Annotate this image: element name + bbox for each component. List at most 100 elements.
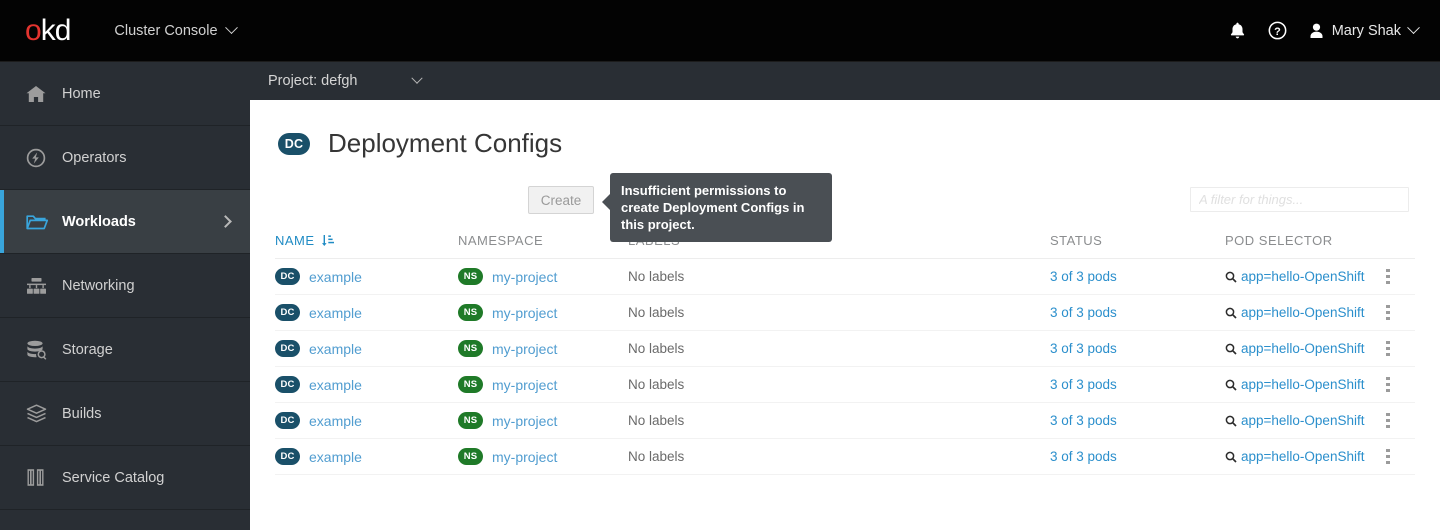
table-row[interactable]: DC example NS my-project No labels 3 of 3 … bbox=[275, 402, 1415, 439]
column-header-label: POD SELECTOR bbox=[1225, 233, 1333, 248]
sidebar-item-storage[interactable]: Storage bbox=[0, 318, 250, 382]
cluster-console-label: Cluster Console bbox=[114, 22, 218, 39]
column-header-pod-selector[interactable]: POD SELECTOR bbox=[1225, 227, 1415, 259]
labels-value: No labels bbox=[628, 413, 685, 428]
table-header: NAME NAMESPACE L bbox=[275, 227, 1415, 259]
sidebar-item-label: Storage bbox=[62, 341, 113, 358]
cell-labels: No labels bbox=[628, 438, 1050, 475]
deployment-config-link[interactable]: example bbox=[309, 449, 362, 465]
pods-status-link[interactable]: 3 of 3 pods bbox=[1050, 341, 1117, 356]
user-menu[interactable]: Mary Shak bbox=[1309, 21, 1420, 39]
logo-o: o bbox=[25, 13, 42, 47]
svg-text:?: ? bbox=[1274, 26, 1281, 38]
project-selector[interactable]: Project: defgh bbox=[268, 72, 424, 89]
cell-actions bbox=[1380, 402, 1415, 439]
pod-selector-link[interactable]: app=hello-OpenShift bbox=[1241, 341, 1364, 356]
deployment-config-link[interactable]: example bbox=[309, 305, 362, 321]
namespace-link[interactable]: my-project bbox=[492, 269, 557, 285]
cell-pod-selector: app=hello-OpenShift bbox=[1225, 438, 1380, 475]
pods-status-link[interactable]: 3 of 3 pods bbox=[1050, 413, 1117, 428]
kebab-menu-icon[interactable] bbox=[1380, 340, 1396, 357]
user-name-label: Mary Shak bbox=[1331, 22, 1401, 39]
sidebar-item-workloads[interactable]: Workloads bbox=[0, 190, 250, 254]
kebab-menu-icon[interactable] bbox=[1380, 268, 1396, 285]
labels-value: No labels bbox=[628, 377, 685, 392]
pod-selector-link[interactable]: app=hello-OpenShift bbox=[1241, 305, 1364, 320]
cell-actions bbox=[1380, 438, 1415, 475]
cell-status: 3 of 3 pods bbox=[1050, 402, 1225, 439]
pods-status-link[interactable]: 3 of 3 pods bbox=[1050, 377, 1117, 392]
bell-icon[interactable] bbox=[1229, 22, 1246, 40]
cell-pod-selector: app=hello-OpenShift bbox=[1225, 402, 1380, 439]
pods-status-link[interactable]: 3 of 3 pods bbox=[1050, 449, 1117, 464]
pods-status-link[interactable]: 3 of 3 pods bbox=[1050, 269, 1117, 284]
search-icon bbox=[1225, 379, 1237, 391]
sidebar-item-home[interactable]: Home bbox=[0, 62, 250, 126]
pod-selector-link[interactable]: app=hello-OpenShift bbox=[1241, 269, 1364, 284]
table-row[interactable]: DC example NS my-project No labels 3 of 3 … bbox=[275, 330, 1415, 367]
namespace-link[interactable]: my-project bbox=[492, 341, 557, 357]
namespace-link[interactable]: my-project bbox=[492, 413, 557, 429]
dc-badge: DC bbox=[275, 268, 300, 285]
column-header-namespace[interactable]: NAMESPACE bbox=[458, 227, 628, 259]
sidebar-item-label: Builds bbox=[62, 405, 102, 422]
cell-status: 3 of 3 pods bbox=[1050, 366, 1225, 403]
column-header-label: STATUS bbox=[1050, 233, 1103, 248]
cell-name: DC example bbox=[275, 258, 458, 295]
namespace-link[interactable]: my-project bbox=[492, 305, 557, 321]
kebab-menu-icon[interactable] bbox=[1380, 448, 1396, 465]
deployment-config-link[interactable]: example bbox=[309, 377, 362, 393]
operators-icon bbox=[26, 148, 60, 168]
okd-logo[interactable]: o kd bbox=[25, 13, 71, 47]
search-icon bbox=[1225, 415, 1237, 427]
home-icon bbox=[26, 85, 60, 103]
kebab-menu-icon[interactable] bbox=[1380, 304, 1396, 321]
deployment-config-link[interactable]: example bbox=[309, 269, 362, 285]
page-title: Deployment Configs bbox=[328, 128, 563, 158]
create-button[interactable]: Create bbox=[528, 186, 594, 214]
search-icon bbox=[1225, 451, 1237, 463]
column-header-status[interactable]: STATUS bbox=[1050, 227, 1225, 259]
pod-selector-link[interactable]: app=hello-OpenShift bbox=[1241, 413, 1364, 428]
sidebar-item-builds[interactable]: Builds bbox=[0, 382, 250, 446]
cell-actions bbox=[1380, 258, 1415, 295]
sidebar-item-operators[interactable]: Operators bbox=[0, 126, 250, 190]
labels-value: No labels bbox=[628, 341, 685, 356]
masthead-actions: ? Mary Shak bbox=[1229, 21, 1420, 40]
cluster-console-switcher[interactable]: Cluster Console bbox=[114, 21, 238, 39]
column-header-name[interactable]: NAME bbox=[275, 227, 458, 259]
sidebar-item-label: Service Catalog bbox=[62, 469, 165, 486]
column-header-label: NAMESPACE bbox=[458, 233, 544, 248]
permissions-tooltip: Insufficient permissions to create Deplo… bbox=[602, 173, 832, 242]
pod-selector-link[interactable]: app=hello-OpenShift bbox=[1241, 377, 1364, 392]
pods-status-link[interactable]: 3 of 3 pods bbox=[1050, 305, 1117, 320]
sidebar-item-networking[interactable]: Networking bbox=[0, 254, 250, 318]
question-circle-icon[interactable]: ? bbox=[1268, 21, 1287, 40]
sidebar-item-service-catalog[interactable]: Service Catalog bbox=[0, 446, 250, 510]
sidebar-item-label: Workloads bbox=[62, 213, 136, 230]
deployment-config-link[interactable]: example bbox=[309, 341, 362, 357]
table-row[interactable]: DC example NS my-project No labels 3 of 3 … bbox=[275, 438, 1415, 475]
dc-badge: DC bbox=[275, 448, 300, 465]
cell-pod-selector: app=hello-OpenShift bbox=[1225, 258, 1380, 295]
table-row[interactable]: DC example NS my-project No labels 3 of 3 … bbox=[275, 258, 1415, 295]
deployment-config-link[interactable]: example bbox=[309, 413, 362, 429]
kebab-menu-icon[interactable] bbox=[1380, 376, 1396, 393]
pod-selector-link[interactable]: app=hello-OpenShift bbox=[1241, 449, 1364, 464]
filter-input[interactable] bbox=[1190, 187, 1409, 212]
ns-badge: NS bbox=[458, 268, 483, 285]
column-header-label: NAME bbox=[275, 233, 315, 248]
storage-icon bbox=[26, 340, 60, 360]
table-row[interactable]: DC example NS my-project No labels 3 of 3 … bbox=[275, 366, 1415, 403]
namespace-link[interactable]: my-project bbox=[492, 449, 557, 465]
toolbar: Create Insufficient permissions to creat… bbox=[250, 173, 1440, 242]
cell-namespace: NS my-project bbox=[458, 402, 628, 439]
ns-badge: NS bbox=[458, 376, 483, 393]
kebab-menu-icon[interactable] bbox=[1380, 412, 1396, 429]
cell-labels: No labels bbox=[628, 258, 1050, 295]
sidebar-item-label: Networking bbox=[62, 277, 135, 294]
table-row[interactable]: DC example NS my-project No labels 3 of 3 … bbox=[275, 294, 1415, 331]
sidebar-item-overflow[interactable] bbox=[0, 510, 250, 530]
labels-value: No labels bbox=[628, 269, 685, 284]
namespace-link[interactable]: my-project bbox=[492, 377, 557, 393]
